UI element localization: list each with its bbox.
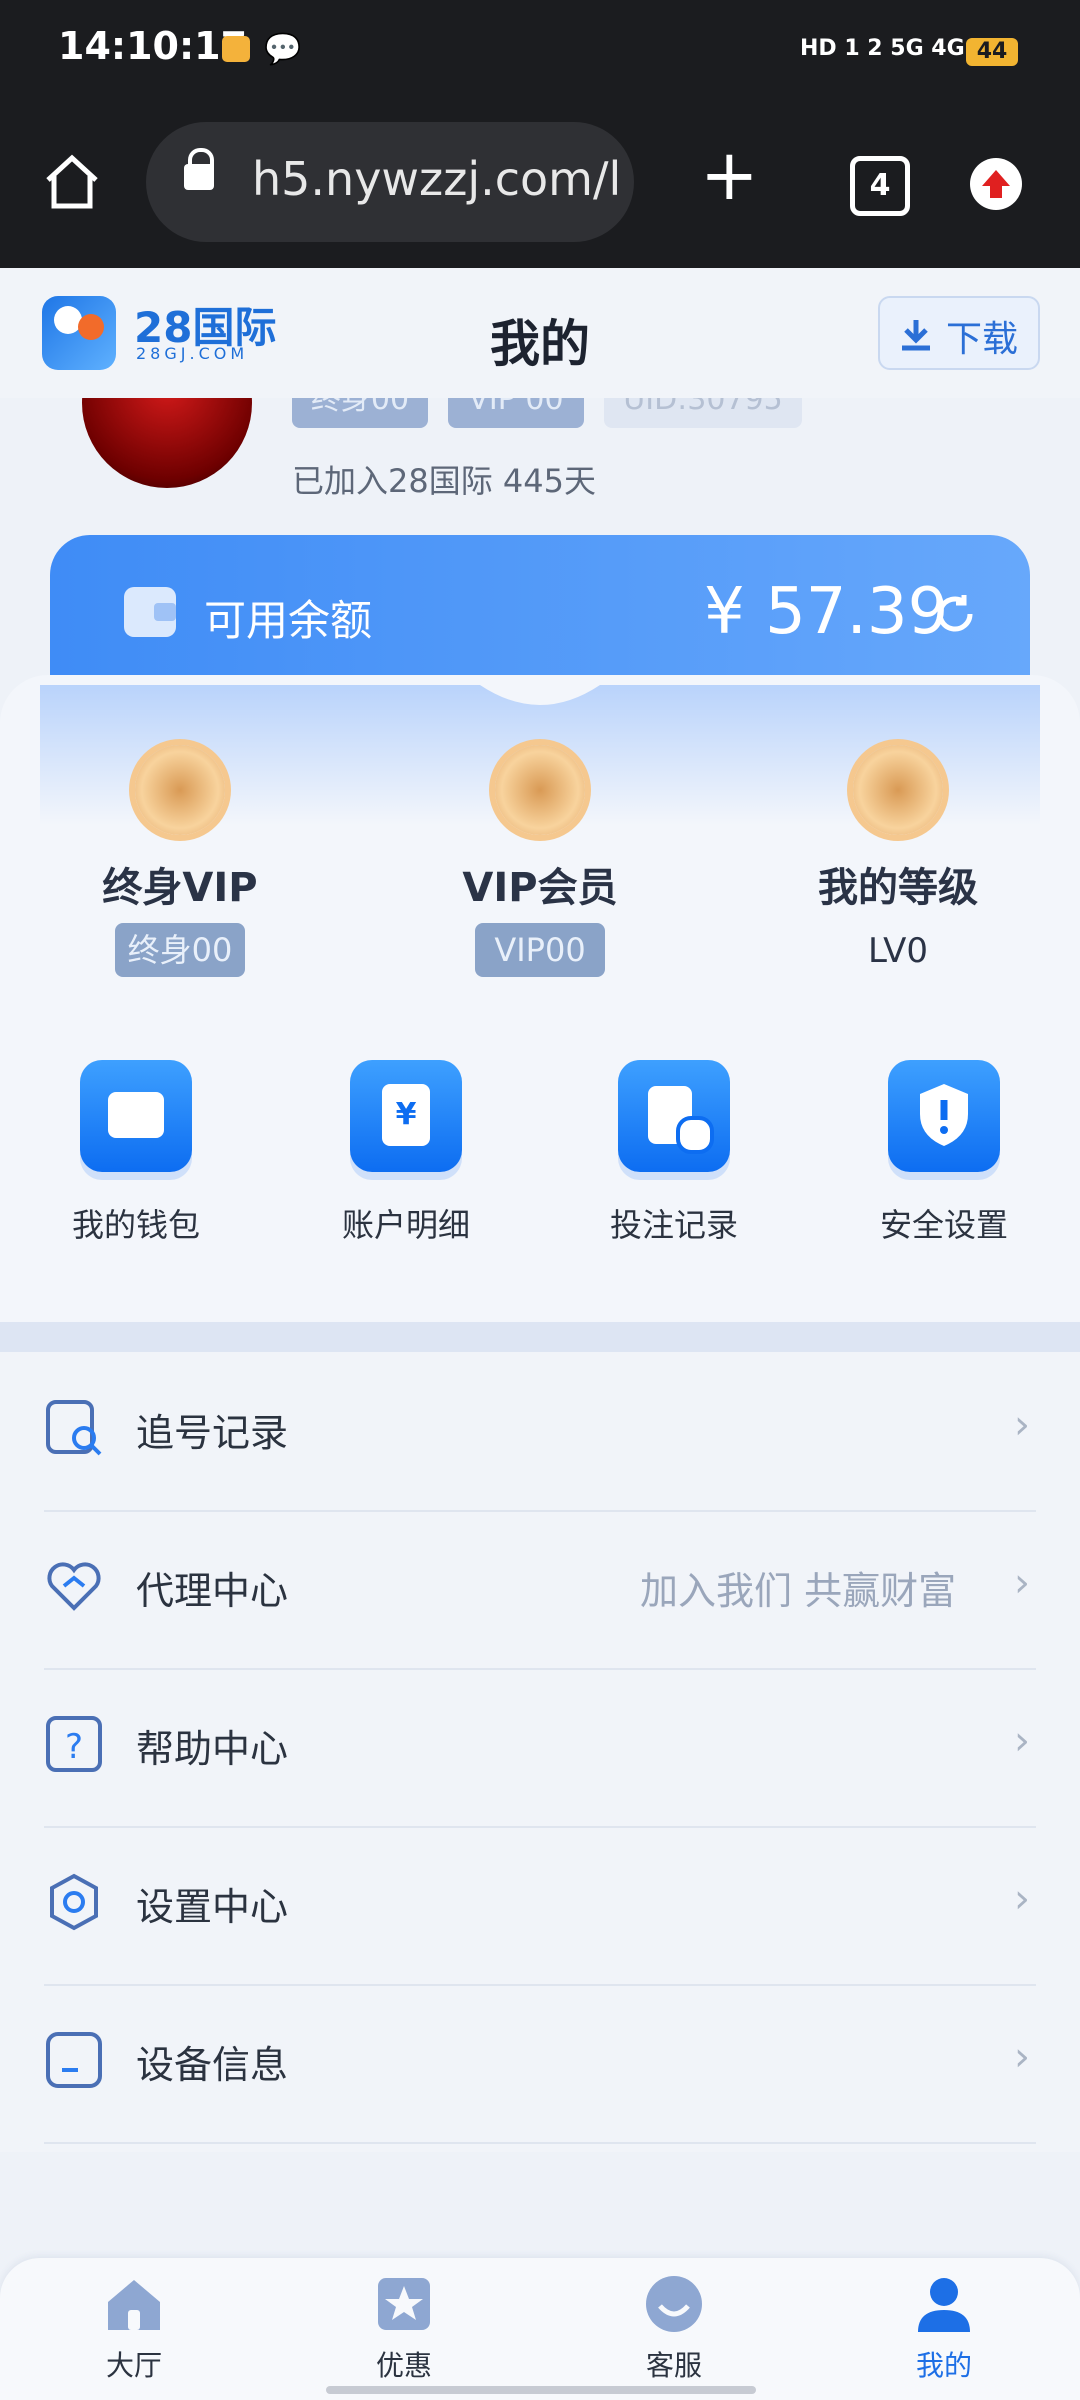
refresh-button[interactable]	[930, 589, 980, 639]
quick-action-bets[interactable]: 投注记录	[594, 1060, 754, 1260]
promo-icon	[378, 2278, 430, 2330]
quick-action-wallet[interactable]: 我的钱包	[56, 1060, 216, 1260]
menu-item-label: 帮助中心	[136, 1727, 289, 1771]
vip-member-value: VIP00	[475, 923, 605, 977]
vip-member[interactable]: VIP会员 VIP00	[450, 745, 630, 995]
menu-item-track-record[interactable]: 追号记录 ›	[44, 1352, 1036, 1512]
menu-item-label: 设置中心	[136, 1885, 289, 1929]
member-card: 终身VIP 终身00 VIP会员 VIP00 我的等级 LV0 我的钱包 ¥ 账…	[0, 675, 1080, 1325]
tab-label: 客服	[645, 2349, 702, 2382]
new-tab-button[interactable]: +	[700, 140, 759, 210]
quick-action-label: 投注记录	[609, 1206, 738, 1244]
menu-item-label: 代理中心	[136, 1569, 289, 1613]
tab-count: 4	[869, 168, 891, 203]
chevron-right-icon: ›	[1014, 1718, 1030, 1764]
tab-service[interactable]: 客服	[594, 2272, 754, 2392]
vip-lifetime-label: 终身VIP	[102, 865, 258, 911]
tab-label: 优惠	[375, 2349, 432, 2382]
chevron-right-icon: ›	[1014, 2034, 1030, 2080]
medal-icon	[853, 745, 943, 835]
home-button[interactable]	[40, 150, 104, 214]
quick-action-label: 我的钱包	[71, 1206, 200, 1244]
upload-arrow-icon	[982, 170, 1010, 198]
address-bar[interactable]: h5.nywzzj.com/l	[146, 122, 634, 242]
tab-mine[interactable]: 我的	[864, 2272, 1024, 2392]
app-header: 28国际 28GJ.COM 我的 下载	[0, 268, 1080, 398]
download-button[interactable]: 下载	[878, 296, 1040, 370]
bet-record-icon	[618, 1060, 730, 1172]
chevron-right-icon: ›	[1014, 1402, 1030, 1448]
account-detail-icon: ¥	[350, 1060, 462, 1172]
customer-service-icon	[646, 2276, 702, 2332]
svg-text:?: ?	[65, 1727, 83, 1767]
quick-action-label: 安全设置	[879, 1206, 1008, 1244]
uid-label: UID:30795	[604, 398, 802, 428]
refresh-icon	[937, 595, 973, 632]
tab-label: 我的	[915, 2349, 972, 2382]
url-text: h5.nywzzj.com/l	[252, 152, 622, 206]
home-icon	[108, 2280, 160, 2330]
balance-amount: ¥ 57.39	[704, 575, 949, 649]
menu-item-hint: 加入我们 共赢财富	[640, 1569, 957, 1613]
tab-promo[interactable]: 优惠	[324, 2272, 484, 2392]
medal-icon	[135, 745, 225, 835]
profile-section: 终身00 VIP 00 UID:30795 已加入28国际 445天	[0, 398, 1080, 538]
security-icon	[888, 1060, 1000, 1172]
wechat-notification-icon: 💬	[264, 32, 302, 67]
quick-action-security[interactable]: 安全设置	[864, 1060, 1024, 1260]
mail-notification-icon	[222, 36, 250, 62]
menu-item-label: 追号记录	[136, 1411, 289, 1455]
wallet-icon	[80, 1060, 192, 1172]
help-icon: ?	[46, 1716, 102, 1772]
my-level-value: LV0	[867, 931, 929, 971]
menu-item-agent[interactable]: 代理中心 加入我们 共赢财富 ›	[44, 1510, 1036, 1670]
device-icon	[46, 2032, 102, 2088]
quick-action-account[interactable]: ¥ 账户明细	[326, 1060, 486, 1260]
settings-icon	[50, 1873, 98, 1931]
vip-member-label: VIP会员	[462, 865, 618, 911]
menu-item-label: 设备信息	[136, 2043, 289, 2087]
agent-icon	[47, 1562, 101, 1611]
menu-item-help[interactable]: ? 帮助中心 ›	[44, 1668, 1036, 1828]
wallet-icon	[124, 587, 176, 637]
vip-lifetime-value: 终身00	[115, 923, 245, 977]
profile-icon	[918, 2278, 970, 2332]
status-time: 14:10:17	[58, 24, 248, 68]
my-level[interactable]: 我的等级 LV0	[808, 745, 988, 995]
chevron-right-icon: ›	[1014, 1560, 1030, 1606]
avatar[interactable]	[82, 398, 252, 488]
download-icon	[902, 320, 930, 351]
track-record-icon	[46, 1400, 102, 1456]
menu-item-device[interactable]: 设备信息 ›	[44, 1984, 1036, 2144]
update-button[interactable]	[970, 158, 1022, 210]
lock-shackle-icon	[188, 148, 214, 172]
tab-switcher-button[interactable]: 4	[850, 156, 910, 216]
vip-lifetime[interactable]: 终身VIP 终身00	[90, 745, 270, 995]
tab-lobby[interactable]: 大厅	[54, 2272, 214, 2392]
battery-icon: 44	[966, 38, 1018, 66]
bottom-tab-bar: 大厅 优惠 客服 我的	[0, 2258, 1080, 2400]
page-title: 我的	[490, 315, 590, 373]
section-divider	[0, 1322, 1080, 1352]
my-level-label: 我的等级	[818, 865, 978, 911]
vip-badge: VIP 00	[448, 398, 584, 428]
quick-action-label: 账户明细	[341, 1206, 470, 1244]
chevron-right-icon: ›	[1014, 1876, 1030, 1922]
status-bar: 14:10:17 💬 HD 1 2 5G 4G+ 44	[0, 0, 1080, 100]
menu-list: 追号记录 › 代理中心 加入我们 共赢财富 › ? 帮助中心 › 设置中心 › …	[0, 1352, 1080, 2152]
join-days: 已加入28国际 445天	[292, 462, 596, 500]
logo-subtext: 28GJ.COM	[136, 344, 249, 363]
lifetime-badge: 终身00	[292, 398, 428, 428]
battery-level: 44	[976, 39, 1008, 64]
home-indicator	[326, 2386, 756, 2394]
medal-icon	[495, 745, 585, 835]
tab-label: 大厅	[105, 2349, 162, 2382]
balance-label: 可用余额	[204, 596, 373, 645]
browser-toolbar: h5.nywzzj.com/l + 4	[0, 100, 1080, 268]
menu-item-settings[interactable]: 设置中心 ›	[44, 1826, 1036, 1986]
home-icon	[46, 154, 98, 209]
logo-icon	[42, 296, 116, 370]
download-label: 下载	[946, 319, 1019, 360]
network-indicator: HD 1 2 5G 4G+	[800, 36, 984, 61]
